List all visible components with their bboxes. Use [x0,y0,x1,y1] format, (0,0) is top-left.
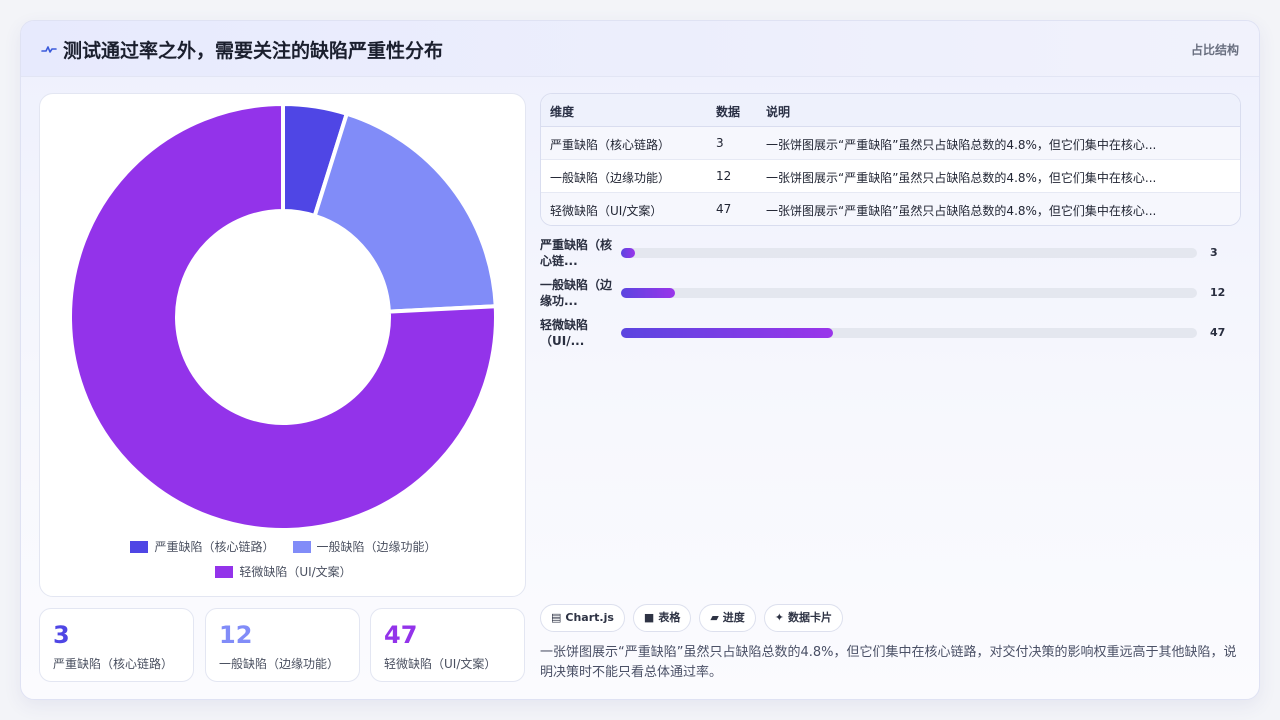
chip-progress[interactable]: ▰ 进度 [699,604,756,632]
progress-value: 3 [1210,246,1218,259]
kpi-card-severe: 3 严重缺陷（核心链路） [39,608,194,682]
legend-swatch-severe [130,540,149,553]
table-cell-note: 一张饼图展示“严重缺陷”虽然只占缺陷总数的4.8%，但它们集中在核心... [766,171,1157,185]
table-cell-dimension: 一般缺陷（边缘功能） [550,171,671,185]
chip-label: 表格 [658,611,681,624]
progress-track [621,248,1197,258]
slice-general[interactable] [312,111,498,314]
legend-item-severe[interactable]: 严重缺陷（核心链路） [130,538,275,555]
legend-swatch-general [292,540,311,553]
progress-label: 严重缺陷（核心链... [540,238,613,268]
card-header: 测试通过率之外，需要关注的缺陷严重性分布 占比结构 [21,21,1259,77]
kpi-value-severe: 3 [53,621,70,649]
table-header: 维度 数据 说明 [541,94,1240,127]
chart-icon: ▤ [551,611,562,624]
page-title: 测试通过率之外，需要关注的缺陷严重性分布 [63,40,444,62]
kpi-card-general: 12 一般缺陷（边缘功能） [205,608,360,682]
column-header-dimension: 维度 [550,105,575,119]
legend-swatch-minor [215,565,234,578]
legend-item-general[interactable]: 一般缺陷（边缘功能） [292,538,437,555]
pulse-icon [41,46,57,53]
kpi-value-minor: 47 [384,621,418,649]
progress-label: 一般缺陷（边缘功... [540,278,613,308]
progress-fill [621,328,833,338]
kpi-cards: 3 严重缺陷（核心链路） 12 一般缺陷（边缘功能） 47 轻微缺陷（UI/文案… [39,608,526,682]
table-cell-note: 一张饼图展示“严重缺陷”虽然只占缺陷总数的4.8%，但它们集中在核心... [766,204,1157,218]
progress-track [621,288,1197,298]
legend-item-minor[interactable]: 轻微缺陷（UI/文案） [215,563,352,580]
dashboard-card: 测试通过率之外，需要关注的缺陷严重性分布 占比结构 严重缺陷（核心链路） 一般缺… [20,20,1260,700]
donut-chart-panel: 严重缺陷（核心链路） 一般缺陷（边缘功能） 轻微缺陷（UI/文案） [39,93,526,597]
chip-data-cards[interactable]: ✦ 数据卡片 [763,604,844,632]
table-cell-data: 12 [716,169,732,183]
progress-icon: ▰ [710,611,719,624]
progress-value: 47 [1210,326,1226,339]
table-cell-data: 47 [716,202,732,216]
progress-fill [621,288,675,298]
progress-track [621,328,1197,338]
progress-label: 轻微缺陷（UI/... [540,318,589,348]
data-table: 维度 数据 说明 严重缺陷（核心链路） 3 一张饼图展示“严重缺陷”虽然只占缺陷… [540,93,1241,226]
progress-row-general: 一般缺陷（边缘功... 12 [540,277,1241,311]
chart-legend: 严重缺陷（核心链路） 一般缺陷（边缘功能） 轻微缺陷（UI/文案） [40,538,527,588]
table-cell-dimension: 严重缺陷（核心链路） [550,138,671,152]
column-header-data: 数据 [716,105,741,119]
table-row: 严重缺陷（核心链路） 3 一张饼图展示“严重缺陷”虽然只占缺陷总数的4.8%，但… [541,127,1240,160]
column-header-note: 说明 [766,105,791,119]
progress-row-severe: 严重缺陷（核心链... 3 [540,237,1241,271]
kpi-label-general: 一般缺陷（边缘功能） [219,657,340,671]
progress-value: 12 [1210,286,1226,299]
kpi-card-minor: 47 轻微缺陷（UI/文案） [370,608,525,682]
legend-label-minor: 轻微缺陷（UI/文案） [239,565,352,579]
table-row: 轻微缺陷（UI/文案） 47 一张饼图展示“严重缺陷”虽然只占缺陷总数的4.8%… [541,193,1240,225]
table-cell-data: 3 [716,136,724,150]
table-cell-note: 一张饼图展示“严重缺陷”虽然只占缺陷总数的4.8%，但它们集中在核心... [766,138,1157,152]
kpi-value-general: 12 [219,621,253,649]
donut-chart [68,101,498,532]
legend-label-general: 一般缺陷（边缘功能） [316,540,437,554]
table-cell-dimension: 轻微缺陷（UI/文案） [550,204,663,218]
chip-label: 进度 [722,611,745,624]
progress-row-minor: 轻微缺陷（UI/... 47 [540,317,1241,351]
progress-fill [621,248,635,258]
sparkle-icon: ✦ [774,611,785,624]
progress-bars: 严重缺陷（核心链... 3 一般缺陷（边缘功... 12 轻微缺陷（UI/...… [540,237,1241,357]
chart-type-tag: 占比结构 [1190,43,1239,57]
chip-label: 数据卡片 [788,611,833,624]
chip-chartjs[interactable]: ▤ Chart.js [540,604,625,632]
kpi-label-severe: 严重缺陷（核心链路） [53,657,174,671]
tech-chips: ▤ Chart.js ■ 表格 ▰ 进度 ✦ 数据卡片 [540,604,844,632]
legend-label-severe: 严重缺陷（核心链路） [154,540,275,554]
table-icon: ■ [643,611,655,624]
chart-description: 一张饼图展示“严重缺陷”虽然只占缺陷总数的4.8%，但它们集中在核心链路，对交付… [540,645,1237,680]
chip-table[interactable]: ■ 表格 [632,604,692,632]
table-row: 一般缺陷（边缘功能） 12 一张饼图展示“严重缺陷”虽然只占缺陷总数的4.8%，… [541,160,1240,193]
kpi-label-minor: 轻微缺陷（UI/文案） [384,657,497,671]
chip-label: Chart.js [565,611,614,624]
